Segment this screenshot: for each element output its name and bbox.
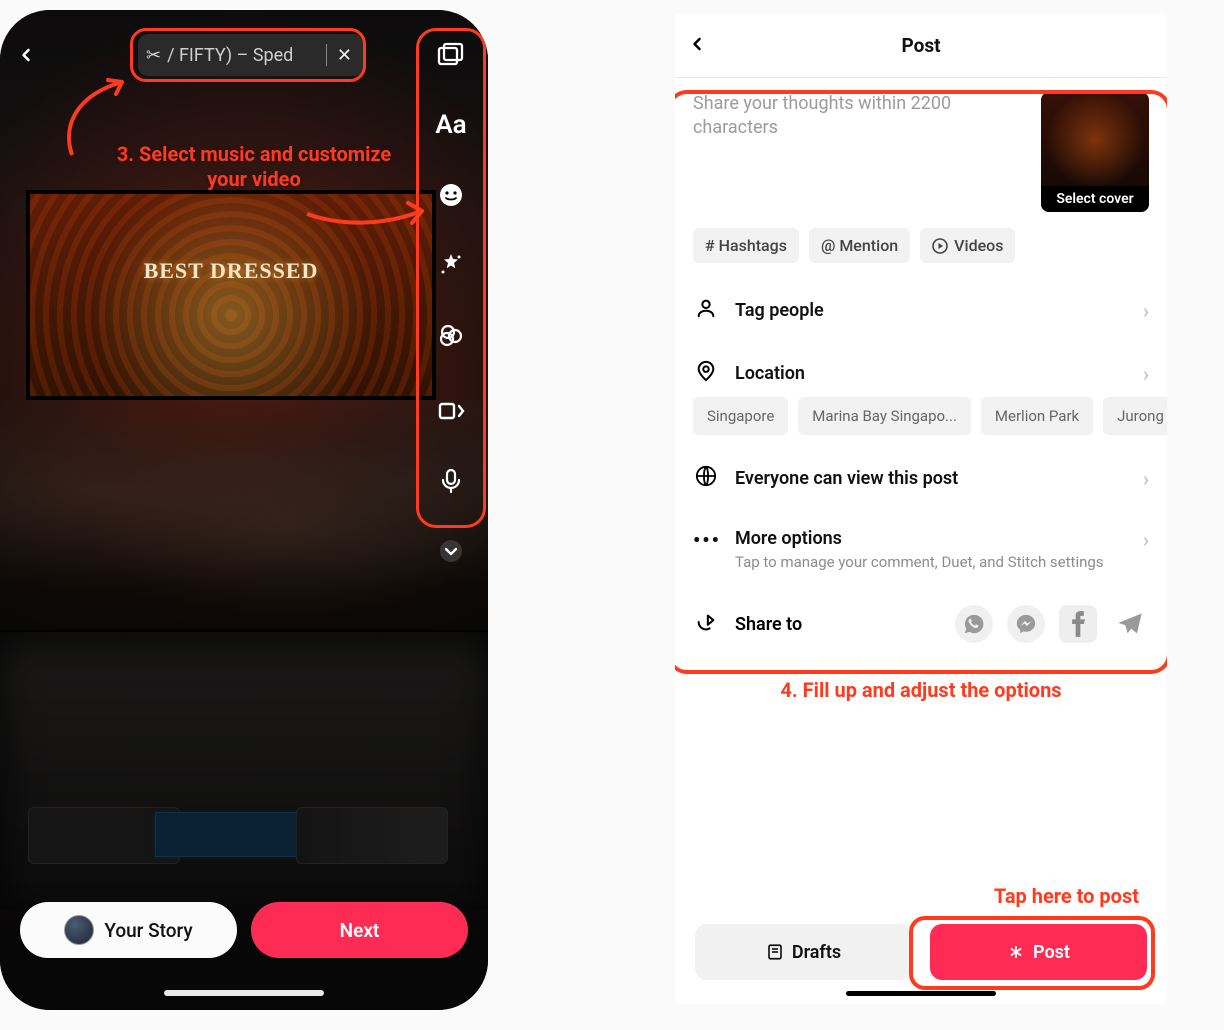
- location-row[interactable]: Location ›: [675, 342, 1167, 397]
- visibility-row[interactable]: Everyone can view this post ›: [675, 447, 1167, 510]
- location-chip[interactable]: Jurong Isla: [1103, 397, 1167, 435]
- cover-label: Select cover: [1041, 186, 1149, 212]
- post-screen: Post Share your thoughts within 2200 cha…: [675, 14, 1167, 1004]
- home-indicator: [164, 990, 324, 996]
- visibility-label: Everyone can view this post: [735, 468, 958, 489]
- location-suggestions: Singapore Marina Bay Singapo... Merlion …: [675, 397, 1167, 447]
- annotation-tap-post: Tap here to post: [994, 884, 1139, 908]
- next-label: Next: [340, 919, 380, 942]
- next-button[interactable]: Next: [251, 902, 468, 958]
- bottom-bar: Your Story Next: [20, 902, 468, 958]
- location-icon: [693, 360, 719, 387]
- post-button[interactable]: Post: [930, 924, 1147, 980]
- chevron-right-icon: ›: [1143, 299, 1149, 323]
- music-chip[interactable]: ✂ / FIFTY) – Sped ✕: [138, 34, 364, 76]
- text-icon[interactable]: Aa: [430, 104, 472, 146]
- stage-screen: BEST DRESSED: [26, 190, 436, 400]
- person-icon: [693, 297, 719, 324]
- your-story-button[interactable]: Your Story: [20, 902, 237, 958]
- videos-chip[interactable]: Videos: [920, 228, 1015, 263]
- filters-icon[interactable]: [430, 314, 472, 356]
- dj-deck: [0, 630, 488, 910]
- close-icon[interactable]: ✕: [333, 45, 356, 66]
- chevron-right-icon: ›: [1143, 467, 1149, 491]
- chip-divider: [326, 44, 327, 66]
- location-chip[interactable]: Singapore: [693, 397, 788, 435]
- stickers-icon[interactable]: [430, 174, 472, 216]
- location-label: Location: [735, 363, 805, 384]
- editor-screen: BEST DRESSED ✂ / FIFTY) – Sped ✕ Aa: [0, 10, 488, 1010]
- location-chip[interactable]: Merlion Park: [981, 397, 1093, 435]
- play-circle-icon: [932, 238, 948, 254]
- chevron-right-icon: ›: [1143, 528, 1149, 552]
- share-icon: [693, 611, 719, 638]
- page-title: Post: [901, 34, 940, 57]
- your-story-label: Your Story: [104, 919, 192, 942]
- share-to-label: Share to: [735, 614, 802, 635]
- caption-row: Share your thoughts within 2200 characte…: [675, 78, 1167, 222]
- suggestion-chips: # Hashtags @ Mention Videos: [675, 222, 1167, 279]
- avatar: [64, 915, 94, 945]
- chevron-right-icon: ›: [1143, 362, 1149, 386]
- facebook-icon[interactable]: [1059, 605, 1097, 643]
- cover-thumbnail[interactable]: Select cover: [1041, 92, 1149, 212]
- mention-chip[interactable]: @ Mention: [809, 228, 910, 263]
- videos-chip-label: Videos: [954, 236, 1003, 255]
- home-indicator: [846, 991, 996, 996]
- bottom-bar: Drafts Post: [675, 924, 1167, 980]
- back-button[interactable]: [687, 32, 707, 60]
- edit-toolbar: Aa: [424, 34, 478, 572]
- mention-chip-label: @ Mention: [821, 236, 898, 255]
- back-button[interactable]: [16, 42, 36, 72]
- more-options-label: More options: [735, 528, 1104, 549]
- adjust-clips-icon[interactable]: [430, 390, 472, 432]
- more-icon: •••: [693, 528, 719, 552]
- telegram-icon[interactable]: [1111, 605, 1149, 643]
- effects-icon[interactable]: [430, 244, 472, 286]
- globe-icon: [693, 465, 719, 492]
- stage-text: BEST DRESSED: [30, 258, 432, 284]
- location-chip[interactable]: Marina Bay Singapo...: [798, 397, 971, 435]
- post-label: Post: [1033, 942, 1070, 963]
- crowd-area: [0, 400, 488, 630]
- more-options-row[interactable]: ••• More options Tap to manage your comm…: [675, 510, 1167, 589]
- messenger-icon[interactable]: [1007, 605, 1045, 643]
- hashtags-chip-label: # Hashtags: [705, 236, 787, 255]
- music-chip-label: / FIFTY) – Sped: [167, 45, 320, 66]
- expand-tools-icon[interactable]: [430, 530, 472, 572]
- scissors-icon: ✂: [146, 45, 161, 66]
- share-to-row: Share to: [675, 589, 1167, 659]
- drafts-label: Drafts: [792, 942, 841, 963]
- whatsapp-icon[interactable]: [955, 605, 993, 643]
- sparkle-icon: [1007, 943, 1025, 961]
- post-header: Post: [675, 14, 1167, 78]
- templates-icon[interactable]: [430, 34, 472, 76]
- more-options-sub: Tap to manage your comment, Duet, and St…: [735, 553, 1104, 571]
- tag-people-row[interactable]: Tag people ›: [675, 279, 1167, 342]
- drafts-button[interactable]: Drafts: [695, 924, 912, 980]
- voiceover-icon[interactable]: [430, 460, 472, 502]
- annotation-step-3: 3. Select music and customize your video: [104, 142, 404, 192]
- deck-display: [155, 812, 305, 857]
- tag-people-label: Tag people: [735, 300, 824, 321]
- hashtags-chip[interactable]: # Hashtags: [693, 228, 799, 263]
- caption-input[interactable]: Share your thoughts within 2200 characte…: [693, 92, 1029, 212]
- drafts-icon: [766, 943, 784, 961]
- annotation-step-4: 4. Fill up and adjust the options: [675, 678, 1167, 702]
